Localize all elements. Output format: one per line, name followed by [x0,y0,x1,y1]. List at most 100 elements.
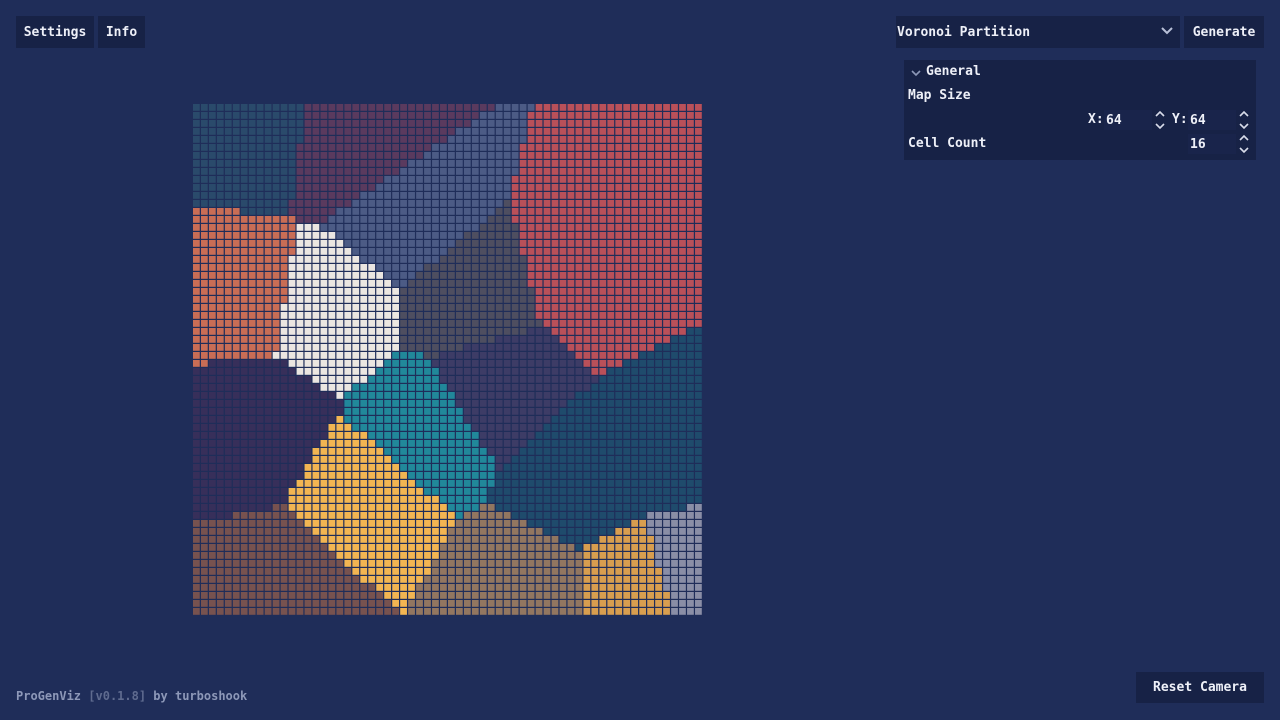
section-title-general[interactable]: General [926,64,981,79]
map-cell [193,256,200,263]
map-cell [487,584,495,591]
generate-button[interactable]: Generate [1184,16,1264,48]
map-cell [687,328,694,335]
map-cell [631,384,639,391]
map-cell [448,272,455,279]
map-cell [272,192,280,199]
map-cell [607,224,615,231]
map-cell [240,552,248,559]
map-cell [272,392,280,399]
map-cell [615,544,623,551]
info-button[interactable]: Info [98,16,145,48]
map-cell [655,136,662,143]
map-cell [663,144,670,151]
chevron-down-icon[interactable] [911,68,921,78]
map-cell [679,216,686,223]
map-cell [487,184,495,191]
map-cell [679,120,686,127]
map-cell [384,600,392,607]
map-cell [535,392,543,399]
algorithm-select[interactable]: Voronoi Partition [896,16,1180,48]
map-cell [193,176,200,183]
map-cell [224,608,232,615]
map-cell [671,176,678,183]
map-cell [583,264,591,271]
map-cell [320,472,328,479]
map-cell [463,424,471,431]
map-cell [384,400,392,407]
map-cell [647,392,654,399]
map-cell [487,272,495,279]
map-cell [200,592,208,599]
map-size-y-input[interactable]: 64 [1188,110,1236,130]
map-cell [376,240,384,247]
map-cell [272,568,280,575]
map-cell [511,432,519,439]
map-cell [559,488,567,495]
map-cell [543,352,551,359]
map-cell [503,240,511,247]
map-cell [687,104,694,111]
settings-button[interactable]: Settings [16,16,94,48]
map-cell [647,528,654,535]
map-cell [519,560,527,567]
map-cell [376,176,384,183]
map-cell [408,120,415,127]
map-cell [224,312,232,319]
map-cell [551,168,559,175]
map-size-x-stepper-icon[interactable] [1154,110,1166,130]
map-cell [527,584,535,591]
map-cell [655,544,662,551]
map-cell [216,416,224,423]
map-cell [280,448,288,455]
map-cell [559,400,567,407]
map-cell [368,504,376,511]
map-cell [288,408,296,415]
map-cell [679,272,686,279]
map-cell [639,280,647,287]
map-cell [679,232,686,239]
cell-count-input[interactable]: 16 [1188,134,1236,154]
map-cell [663,152,670,159]
map-cell [360,536,368,543]
map-cell [455,152,463,159]
map-cell [591,264,599,271]
map-cell [695,144,702,151]
map-cell [352,328,360,335]
map-cell [376,464,384,471]
map-cell [440,520,447,527]
map-cell [216,256,224,263]
map-size-y-stepper-icon[interactable] [1238,110,1250,130]
map-cell [471,264,479,271]
map-cell [479,560,487,567]
map-cell [671,120,678,127]
map-size-x-input[interactable]: 64 [1104,110,1152,130]
map-cell [272,168,280,175]
map-cell [551,344,559,351]
map-cell [679,168,686,175]
map-cell [312,520,320,527]
map-cell [527,256,535,263]
map-cell [280,248,288,255]
map-cell [392,544,399,551]
voronoi-map-canvas[interactable] [193,104,703,616]
map-cell [240,160,248,167]
map-cell [599,472,607,479]
map-cell [687,488,694,495]
cell-count-stepper-icon[interactable] [1238,134,1250,154]
reset-camera-button[interactable]: Reset Camera [1136,672,1264,703]
map-cell [336,496,344,503]
map-cell [248,456,256,463]
map-cell [208,256,216,263]
map-cell [479,480,487,487]
map-cell [687,536,694,543]
map-cell [280,456,288,463]
map-cell [368,328,376,335]
map-cell [408,304,415,311]
map-cell [543,144,551,151]
map-cell [519,552,527,559]
map-cell [623,144,631,151]
map-cell [200,568,208,575]
map-cell [416,280,423,287]
map-cell [631,208,639,215]
